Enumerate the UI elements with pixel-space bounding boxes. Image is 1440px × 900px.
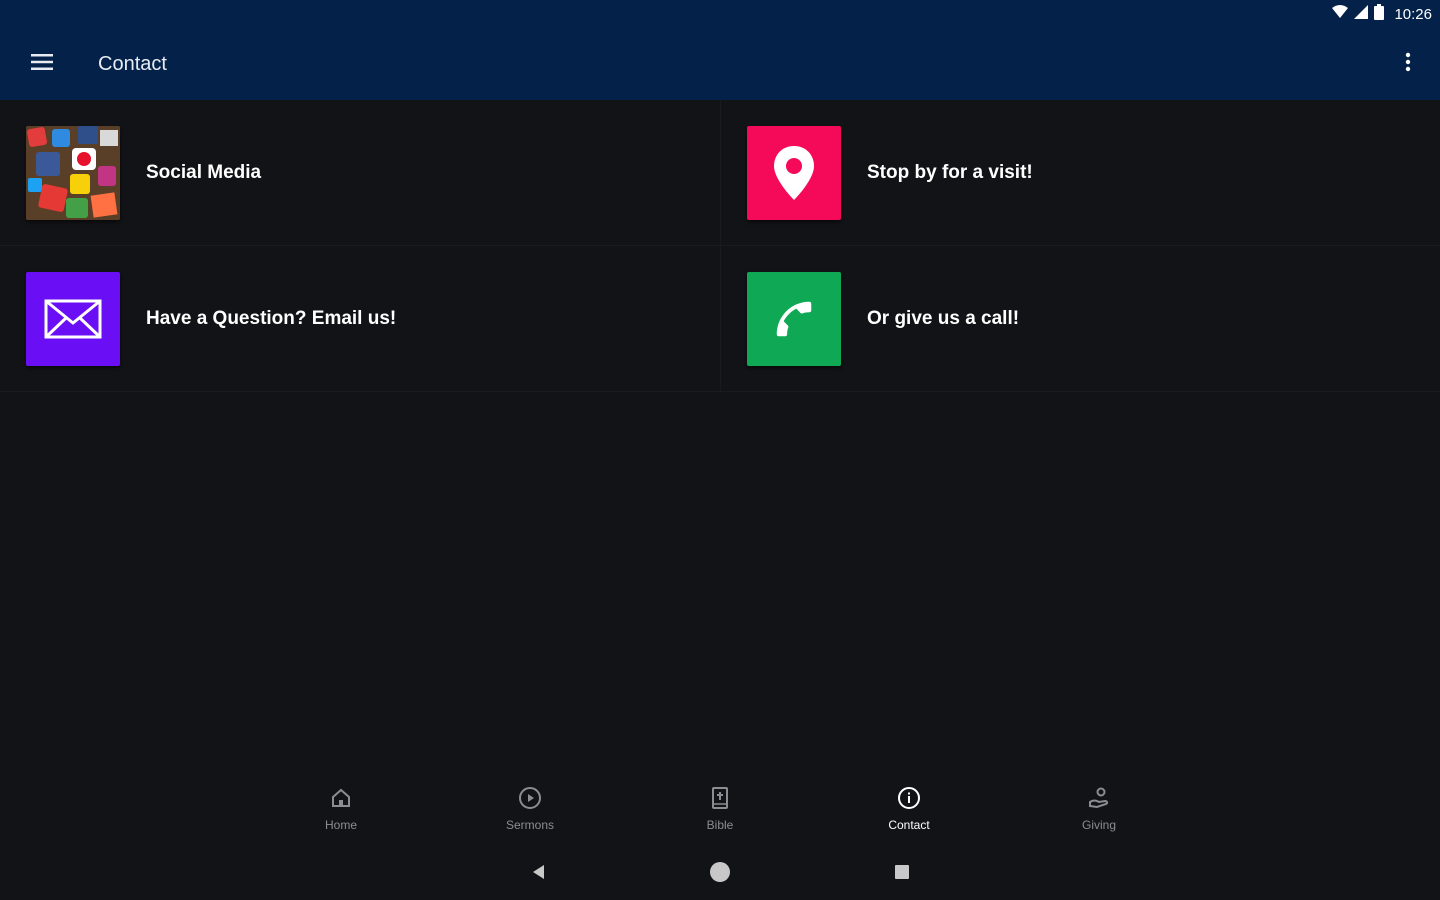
nav-label: Home <box>324 818 357 832</box>
app-header: 10:26 Contact <box>0 0 1440 100</box>
nav-label: Contact <box>888 818 930 832</box>
more-vert-icon <box>1405 52 1411 77</box>
system-back-button[interactable] <box>522 858 554 890</box>
contact-grid: Social Media Stop by for a visit! Have a… <box>0 100 1440 392</box>
nav-label: Sermons <box>505 818 555 832</box>
play-circle-icon <box>518 786 542 815</box>
nav-sermons[interactable]: Sermons <box>480 786 580 842</box>
nav-giving[interactable]: Giving <box>1049 786 1149 842</box>
nav-label: Giving <box>1081 818 1116 832</box>
social-media-collage-icon <box>26 125 120 220</box>
tile-label: Have a Question? Email us! <box>146 307 397 329</box>
nav-bible[interactable]: Bible <box>670 786 770 842</box>
nav-home[interactable]: Home <box>291 786 391 842</box>
home-icon <box>329 786 353 815</box>
tile-call[interactable]: Or give us a call! <box>721 246 1440 392</box>
status-bar: 10:26 <box>1332 0 1440 28</box>
tile-visit[interactable]: Stop by for a visit! <box>721 100 1440 246</box>
giving-hand-icon <box>1087 786 1111 815</box>
status-time: 10:26 <box>1394 5 1432 23</box>
location-pin-icon <box>747 125 841 220</box>
wifi-icon <box>1332 4 1349 24</box>
recents-icon <box>894 864 910 885</box>
system-nav-bar <box>0 858 1440 890</box>
toolbar: Contact <box>0 36 1440 92</box>
home-circle-icon <box>709 861 731 888</box>
signal-icon <box>1354 4 1369 24</box>
overflow-menu-button[interactable] <box>1396 44 1420 84</box>
tile-label: Or give us a call! <box>867 307 1020 329</box>
hamburger-menu-icon <box>31 53 53 75</box>
system-recents-button[interactable] <box>886 858 918 890</box>
back-icon <box>531 864 545 885</box>
tile-email[interactable]: Have a Question? Email us! <box>0 246 721 392</box>
bottom-nav: Home Sermons Bible Contact Giving <box>0 786 1440 842</box>
nav-contact[interactable]: Contact <box>859 786 959 842</box>
bible-icon <box>708 786 732 815</box>
phone-icon <box>747 271 841 366</box>
menu-button[interactable] <box>22 44 62 84</box>
battery-icon <box>1374 3 1385 25</box>
nav-label: Bible <box>706 818 734 832</box>
envelope-icon <box>26 271 120 366</box>
app-root: 10:26 Contact Social Media Stop by for a… <box>0 0 1440 900</box>
tile-label: Social Media <box>146 161 262 183</box>
page-title: Contact <box>98 52 167 75</box>
info-icon <box>897 786 921 815</box>
system-home-button[interactable] <box>704 858 736 890</box>
tile-social-media[interactable]: Social Media <box>0 100 721 246</box>
tile-label: Stop by for a visit! <box>867 161 1033 183</box>
